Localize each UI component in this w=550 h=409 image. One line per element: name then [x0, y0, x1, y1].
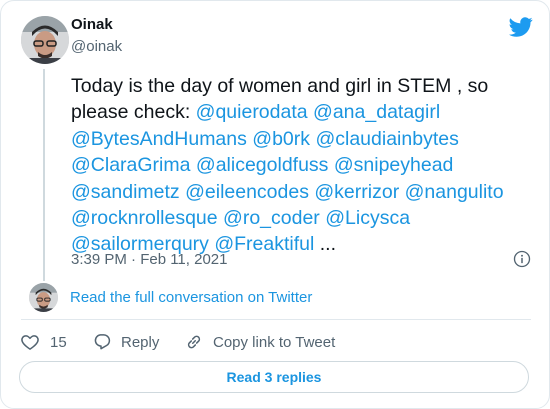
mention-link[interactable]: @eileencodes	[185, 181, 309, 203]
author-handle[interactable]: @oinak	[71, 38, 122, 55]
read-replies-button[interactable]: Read 3 replies	[19, 361, 529, 393]
mention-link[interactable]: @nangulito	[405, 181, 504, 203]
conversation-avatar[interactable]	[29, 283, 58, 312]
copy-link-label: Copy link to Tweet	[213, 333, 336, 351]
reply-button[interactable]: Reply	[92, 332, 159, 352]
mention-link[interactable]: @alicegoldfuss	[196, 154, 329, 176]
link-icon	[187, 335, 201, 349]
mention-list: @quierodata @ana_datagirl @BytesAndHuman…	[71, 101, 509, 255]
mention-link[interactable]: @Freaktiful	[214, 233, 314, 255]
like-count: 15	[50, 333, 67, 351]
mention-link[interactable]: @ClaraGrima	[71, 154, 190, 176]
author-avatar[interactable]	[21, 16, 69, 64]
mention-link[interactable]: @Licysca	[325, 207, 410, 229]
divider	[21, 319, 531, 320]
mention-link[interactable]: @quierodata	[196, 101, 308, 123]
twitter-bird-icon[interactable]	[509, 15, 533, 39]
tweet-timestamp[interactable]: 3:39 PM · Feb 11, 2021	[71, 251, 227, 268]
mention-link[interactable]: @claudiainbytes	[315, 128, 458, 150]
reply-bubble-icon	[94, 334, 111, 350]
mention-link[interactable]: @kerrizor	[314, 181, 399, 203]
tweet-text: Today is the day of women and girl in ST…	[71, 73, 536, 258]
mention-link[interactable]: @BytesAndHumans	[71, 128, 247, 150]
like-button[interactable]: 15	[20, 332, 67, 352]
mention-link[interactable]: @rocknrollesque	[71, 207, 218, 229]
info-icon[interactable]	[513, 250, 531, 268]
heart-icon	[21, 335, 39, 350]
tweet-ellipsis: ...	[319, 233, 337, 256]
thread-line	[43, 69, 45, 281]
mention-link[interactable]: @ro_coder	[223, 207, 320, 229]
mention-link[interactable]: @ana_datagirl	[313, 101, 440, 123]
mention-link[interactable]: @b0rk	[252, 128, 310, 150]
reply-label: Reply	[121, 333, 160, 351]
mention-link[interactable]: @sandimetz	[71, 181, 180, 203]
read-conversation-link[interactable]: Read the full conversation on Twitter	[70, 289, 312, 306]
read-replies-label: Read 3 replies	[226, 369, 322, 385]
author-name[interactable]: Oinak	[71, 16, 113, 33]
tweet-card: Oinak @oinak Today is the day of women a…	[0, 0, 550, 409]
mention-link[interactable]: @snipeyhead	[334, 154, 454, 176]
copy-link-button[interactable]: Copy link to Tweet	[184, 332, 335, 352]
